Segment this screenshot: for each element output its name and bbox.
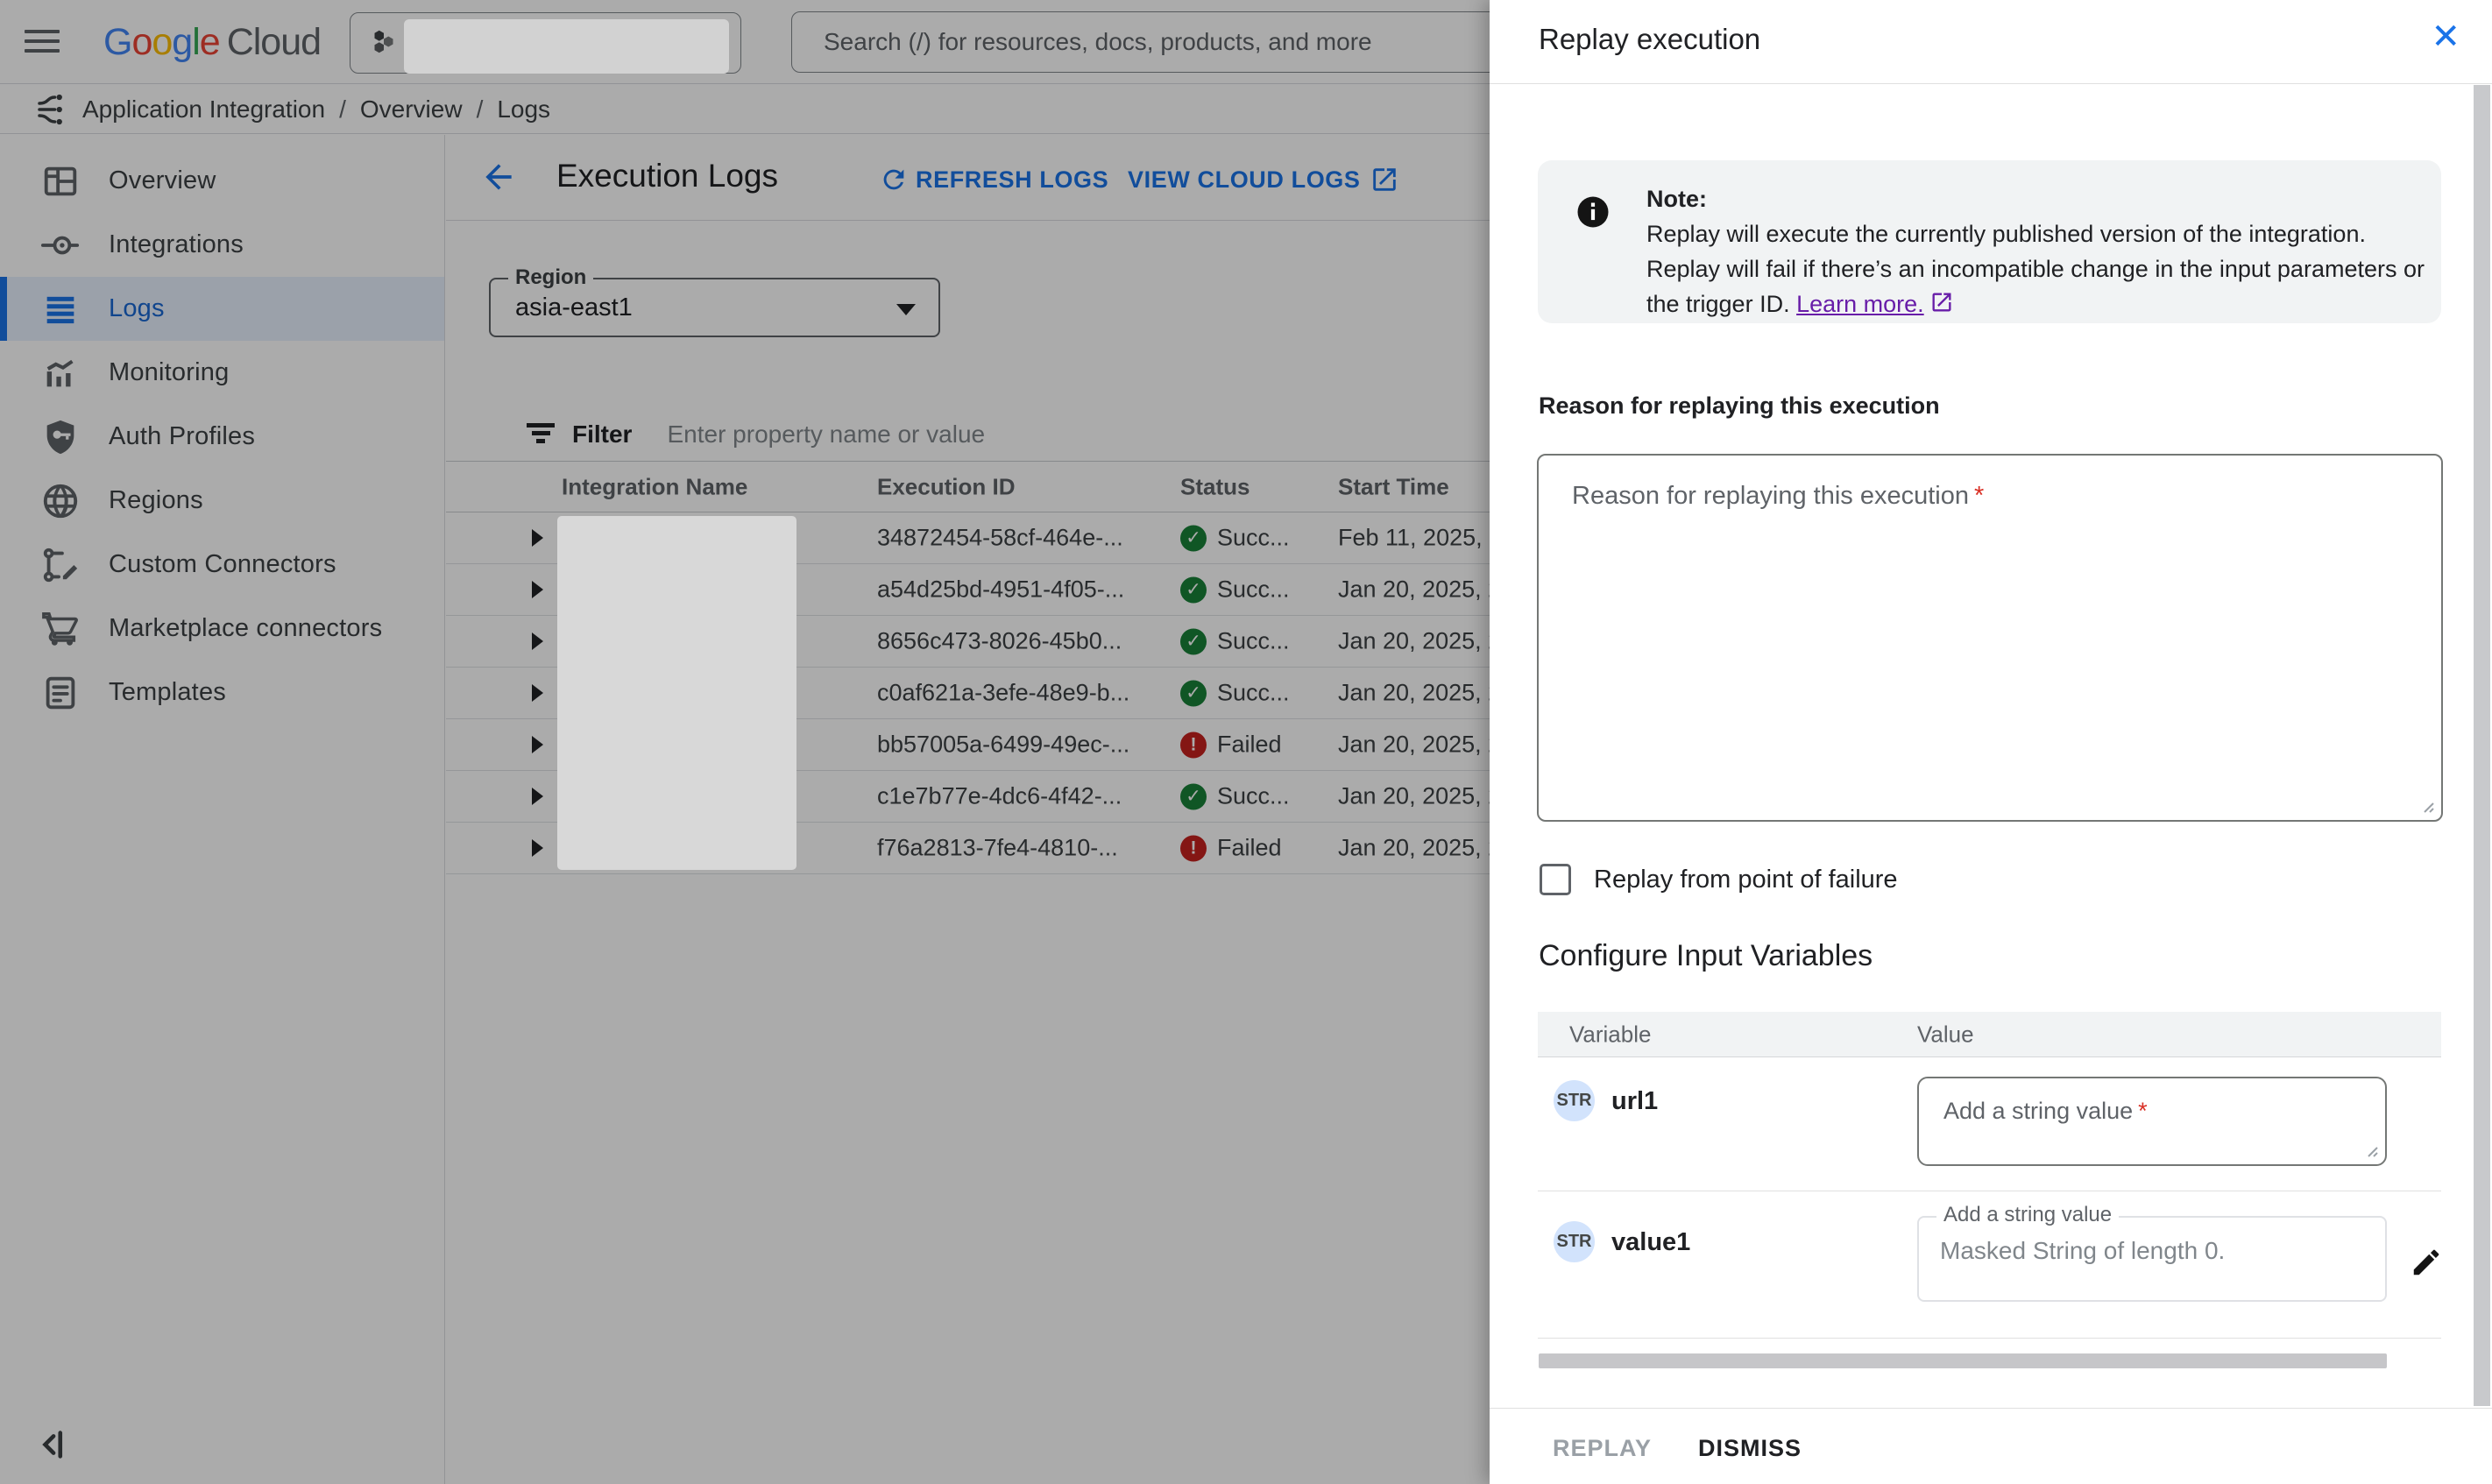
checkbox[interactable] — [1540, 864, 1571, 895]
input-variables-table: Variable Value STR url1 Add a string val… — [1538, 1012, 2441, 1339]
info-icon — [1575, 194, 1611, 230]
reason-section-label: Reason for replaying this execution — [1539, 392, 1940, 420]
note-text: Replay will execute the currently publis… — [1646, 221, 2425, 317]
variable-name: value1 — [1611, 1228, 1690, 1257]
note-title: Note: — [1646, 181, 2439, 216]
checkbox-label: Replay from point of failure — [1594, 866, 1898, 894]
variables-header-row: Variable Value — [1538, 1012, 2441, 1057]
horizontal-scrollbar[interactable] — [1539, 1353, 2387, 1368]
note-card: Note: Replay will execute the currently … — [1538, 160, 2441, 323]
vertical-scrollbar[interactable] — [2474, 85, 2490, 1406]
redaction-box-names — [557, 516, 796, 870]
edit-pencil-icon[interactable] — [2410, 1246, 2443, 1279]
panel-title: Replay execution — [1539, 23, 1760, 56]
value1-masked-text: Masked String of length 0. — [1940, 1237, 2225, 1265]
type-badge-str: STR — [1554, 1080, 1595, 1121]
close-icon[interactable]: ✕ — [2431, 19, 2460, 54]
panel-footer: REPLAY DISMISS — [1490, 1408, 2492, 1484]
variable-name: url1 — [1611, 1087, 1658, 1116]
learn-more-link[interactable]: Learn more. — [1796, 291, 1924, 317]
value1-masked-field[interactable]: Add a string value Masked String of leng… — [1917, 1216, 2387, 1302]
note-body: Note: Replay will execute the currently … — [1646, 181, 2439, 322]
value1-field-label: Add a string value — [1936, 1203, 2119, 1227]
dismiss-button[interactable]: DISMISS — [1698, 1435, 1802, 1462]
replay-execution-panel: Replay execution ✕ Note: Replay will exe… — [1490, 0, 2492, 1484]
type-badge-str: STR — [1554, 1221, 1595, 1262]
column-value: Value — [1917, 1021, 1974, 1048]
url1-field-wrap: Add a string value* — [1917, 1077, 2387, 1166]
column-variable: Variable — [1569, 1021, 1651, 1048]
redaction-box-project — [404, 19, 729, 74]
configure-input-variables-heading: Configure Input Variables — [1539, 939, 1873, 973]
reason-textarea[interactable] — [1537, 454, 2443, 822]
reason-field-wrap: Reason for replaying this execution* — [1537, 454, 2443, 822]
variable-row-url1: STR url1 Add a string value* — [1538, 1057, 2441, 1191]
panel-header: Replay execution ✕ — [1490, 0, 2492, 84]
external-link-icon — [1929, 290, 1954, 314]
replay-button[interactable]: REPLAY — [1553, 1435, 1652, 1462]
url1-value-textarea[interactable] — [1917, 1077, 2387, 1166]
variable-row-value1: STR value1 Add a string value Masked Str… — [1538, 1191, 2441, 1339]
replay-from-failure-checkbox-row[interactable]: Replay from point of failure — [1540, 864, 1898, 895]
